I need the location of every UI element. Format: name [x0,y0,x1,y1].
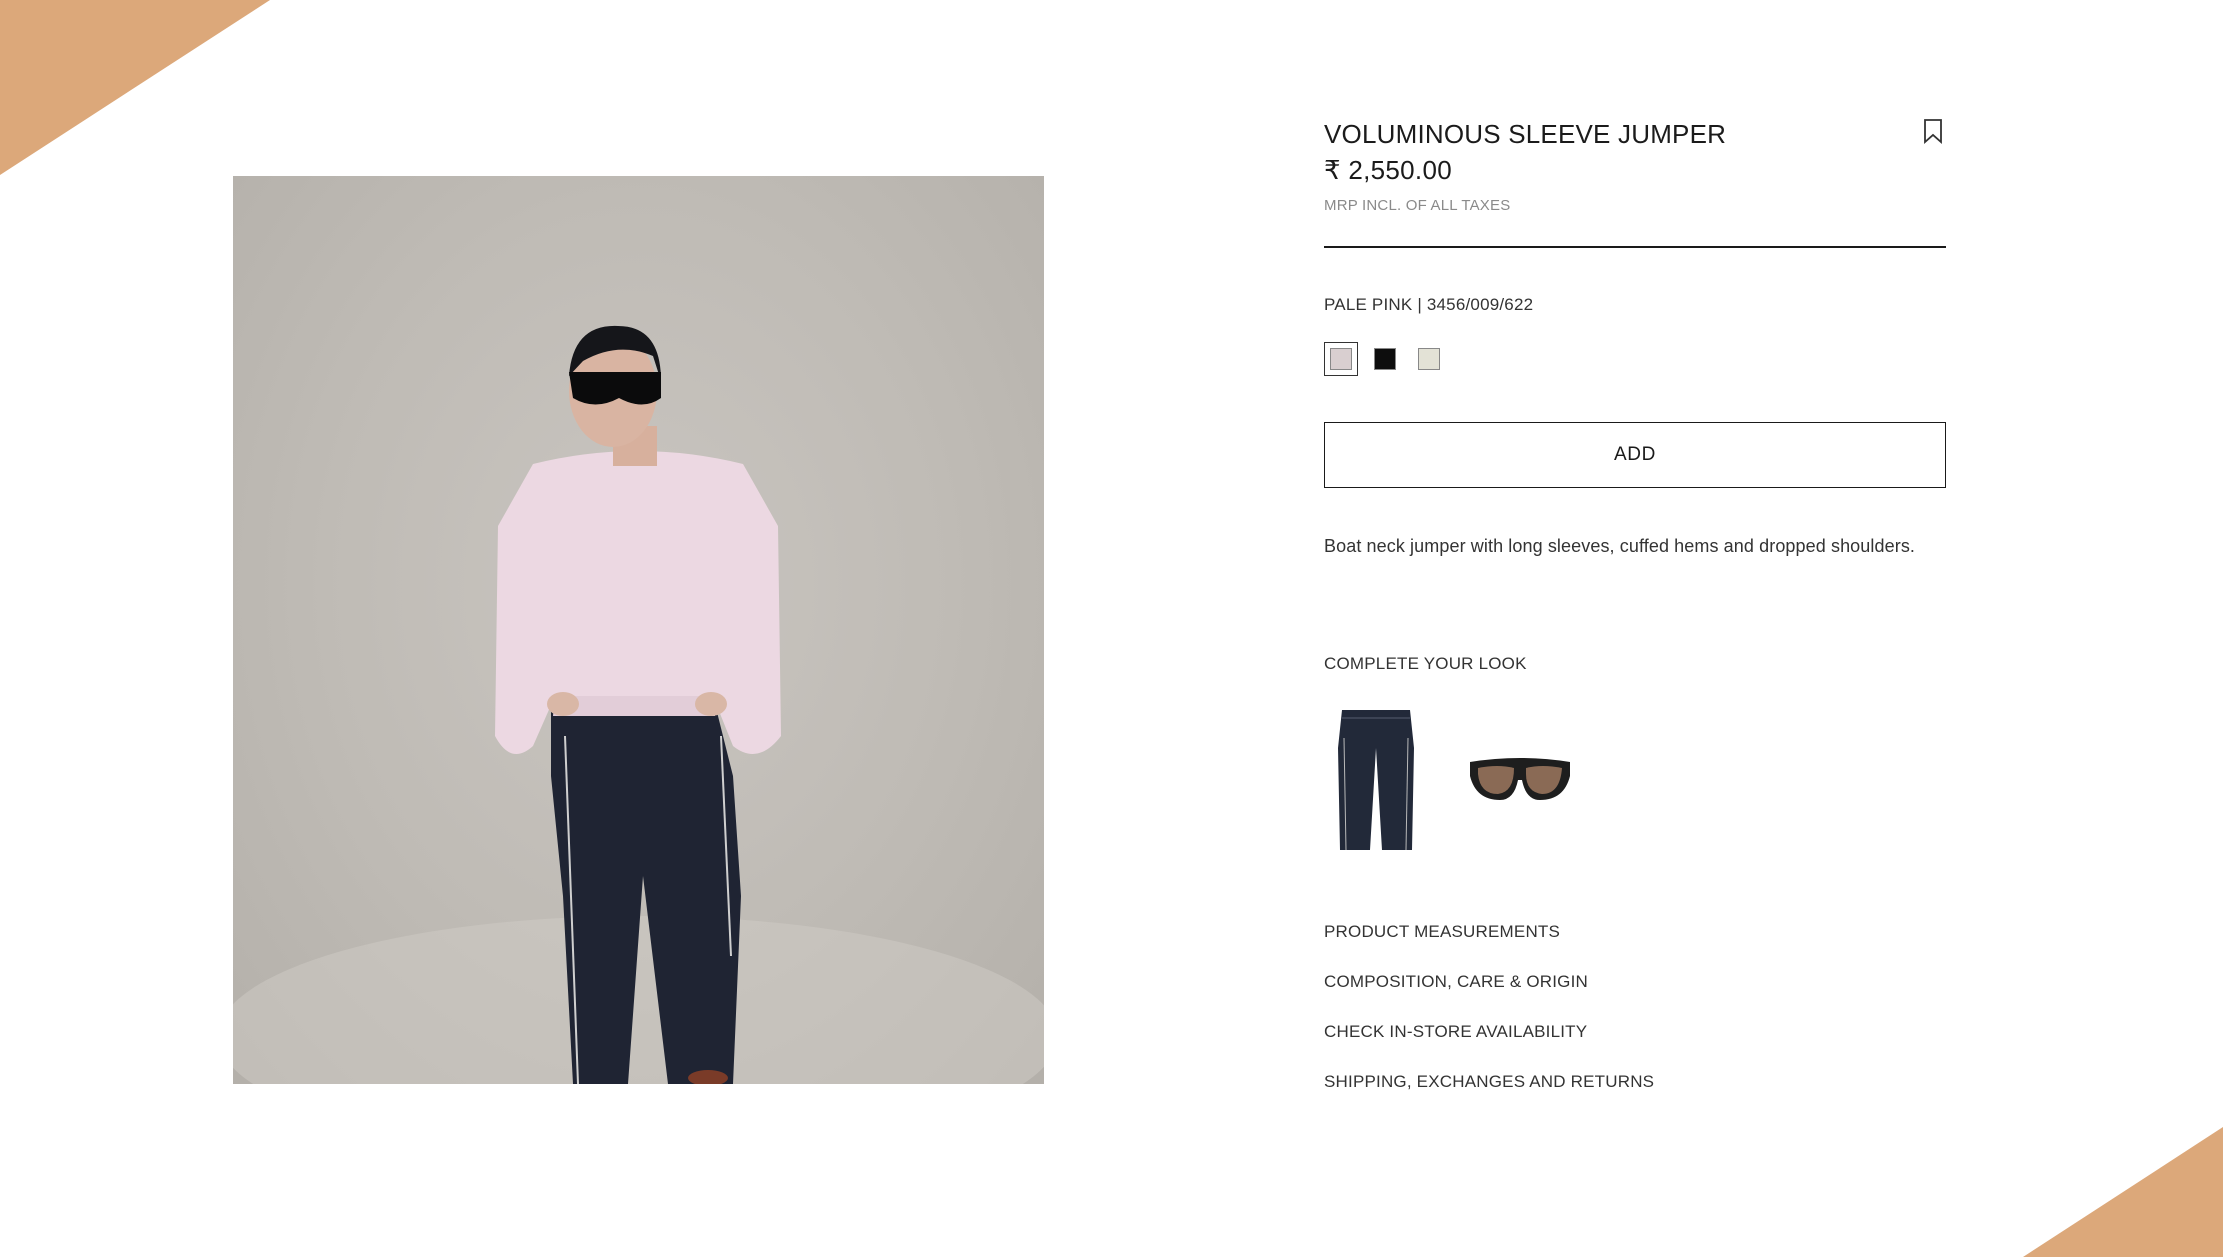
product-description: Boat neck jumper with long sleeves, cuff… [1324,536,1916,556]
complete-look-title: COMPLETE YOUR LOOK [1324,654,1527,673]
product-price: ₹ 2,550.00 [1324,155,1452,185]
bookmark-icon[interactable] [1921,118,1945,144]
link-shipping-exchanges-returns[interactable]: SHIPPING, EXCHANGES AND RETURNS [1324,1071,1946,1093]
link-check-in-store-availability[interactable]: CHECK IN-STORE AVAILABILITY [1324,1021,1946,1043]
swatch-color-pale-pink [1330,348,1352,370]
tax-note: MRP INCL. OF ALL TAXES [1324,197,1511,214]
color-reference: PALE PINK | 3456/009/622 [1324,295,1534,314]
add-button[interactable]: ADD [1324,422,1946,488]
corner-decoration-bottom-right [2023,1127,2223,1257]
swatch-ecru[interactable] [1412,342,1446,376]
model-illustration [233,325,1044,1084]
link-composition-care-origin[interactable]: COMPOSITION, CARE & ORIGIN [1324,971,1946,993]
swatch-color-black [1374,348,1396,370]
product-info-panel: VOLUMINOUS SLEEVE JUMPER ₹ 2,550.00 MRP … [1324,118,1946,1121]
swatch-black[interactable] [1368,342,1402,376]
swatch-color-ecru [1418,348,1440,370]
divider [1324,246,1946,248]
complete-look-items [1324,705,1946,855]
product-title: VOLUMINOUS SLEEVE JUMPER [1324,119,1727,149]
info-links: PRODUCT MEASUREMENTS COMPOSITION, CARE &… [1324,921,1946,1093]
product-main-image[interactable] [233,176,1044,1084]
jeans-thumbnail [1338,710,1414,851]
look-item-jeans[interactable] [1324,705,1428,855]
link-product-measurements[interactable]: PRODUCT MEASUREMENTS [1324,921,1946,943]
sunglasses-thumbnail [1470,758,1570,800]
color-swatches [1324,342,1946,376]
swatch-pale-pink[interactable] [1324,342,1358,376]
corner-decoration-top-left [0,0,270,175]
look-item-sunglasses[interactable] [1468,705,1572,855]
